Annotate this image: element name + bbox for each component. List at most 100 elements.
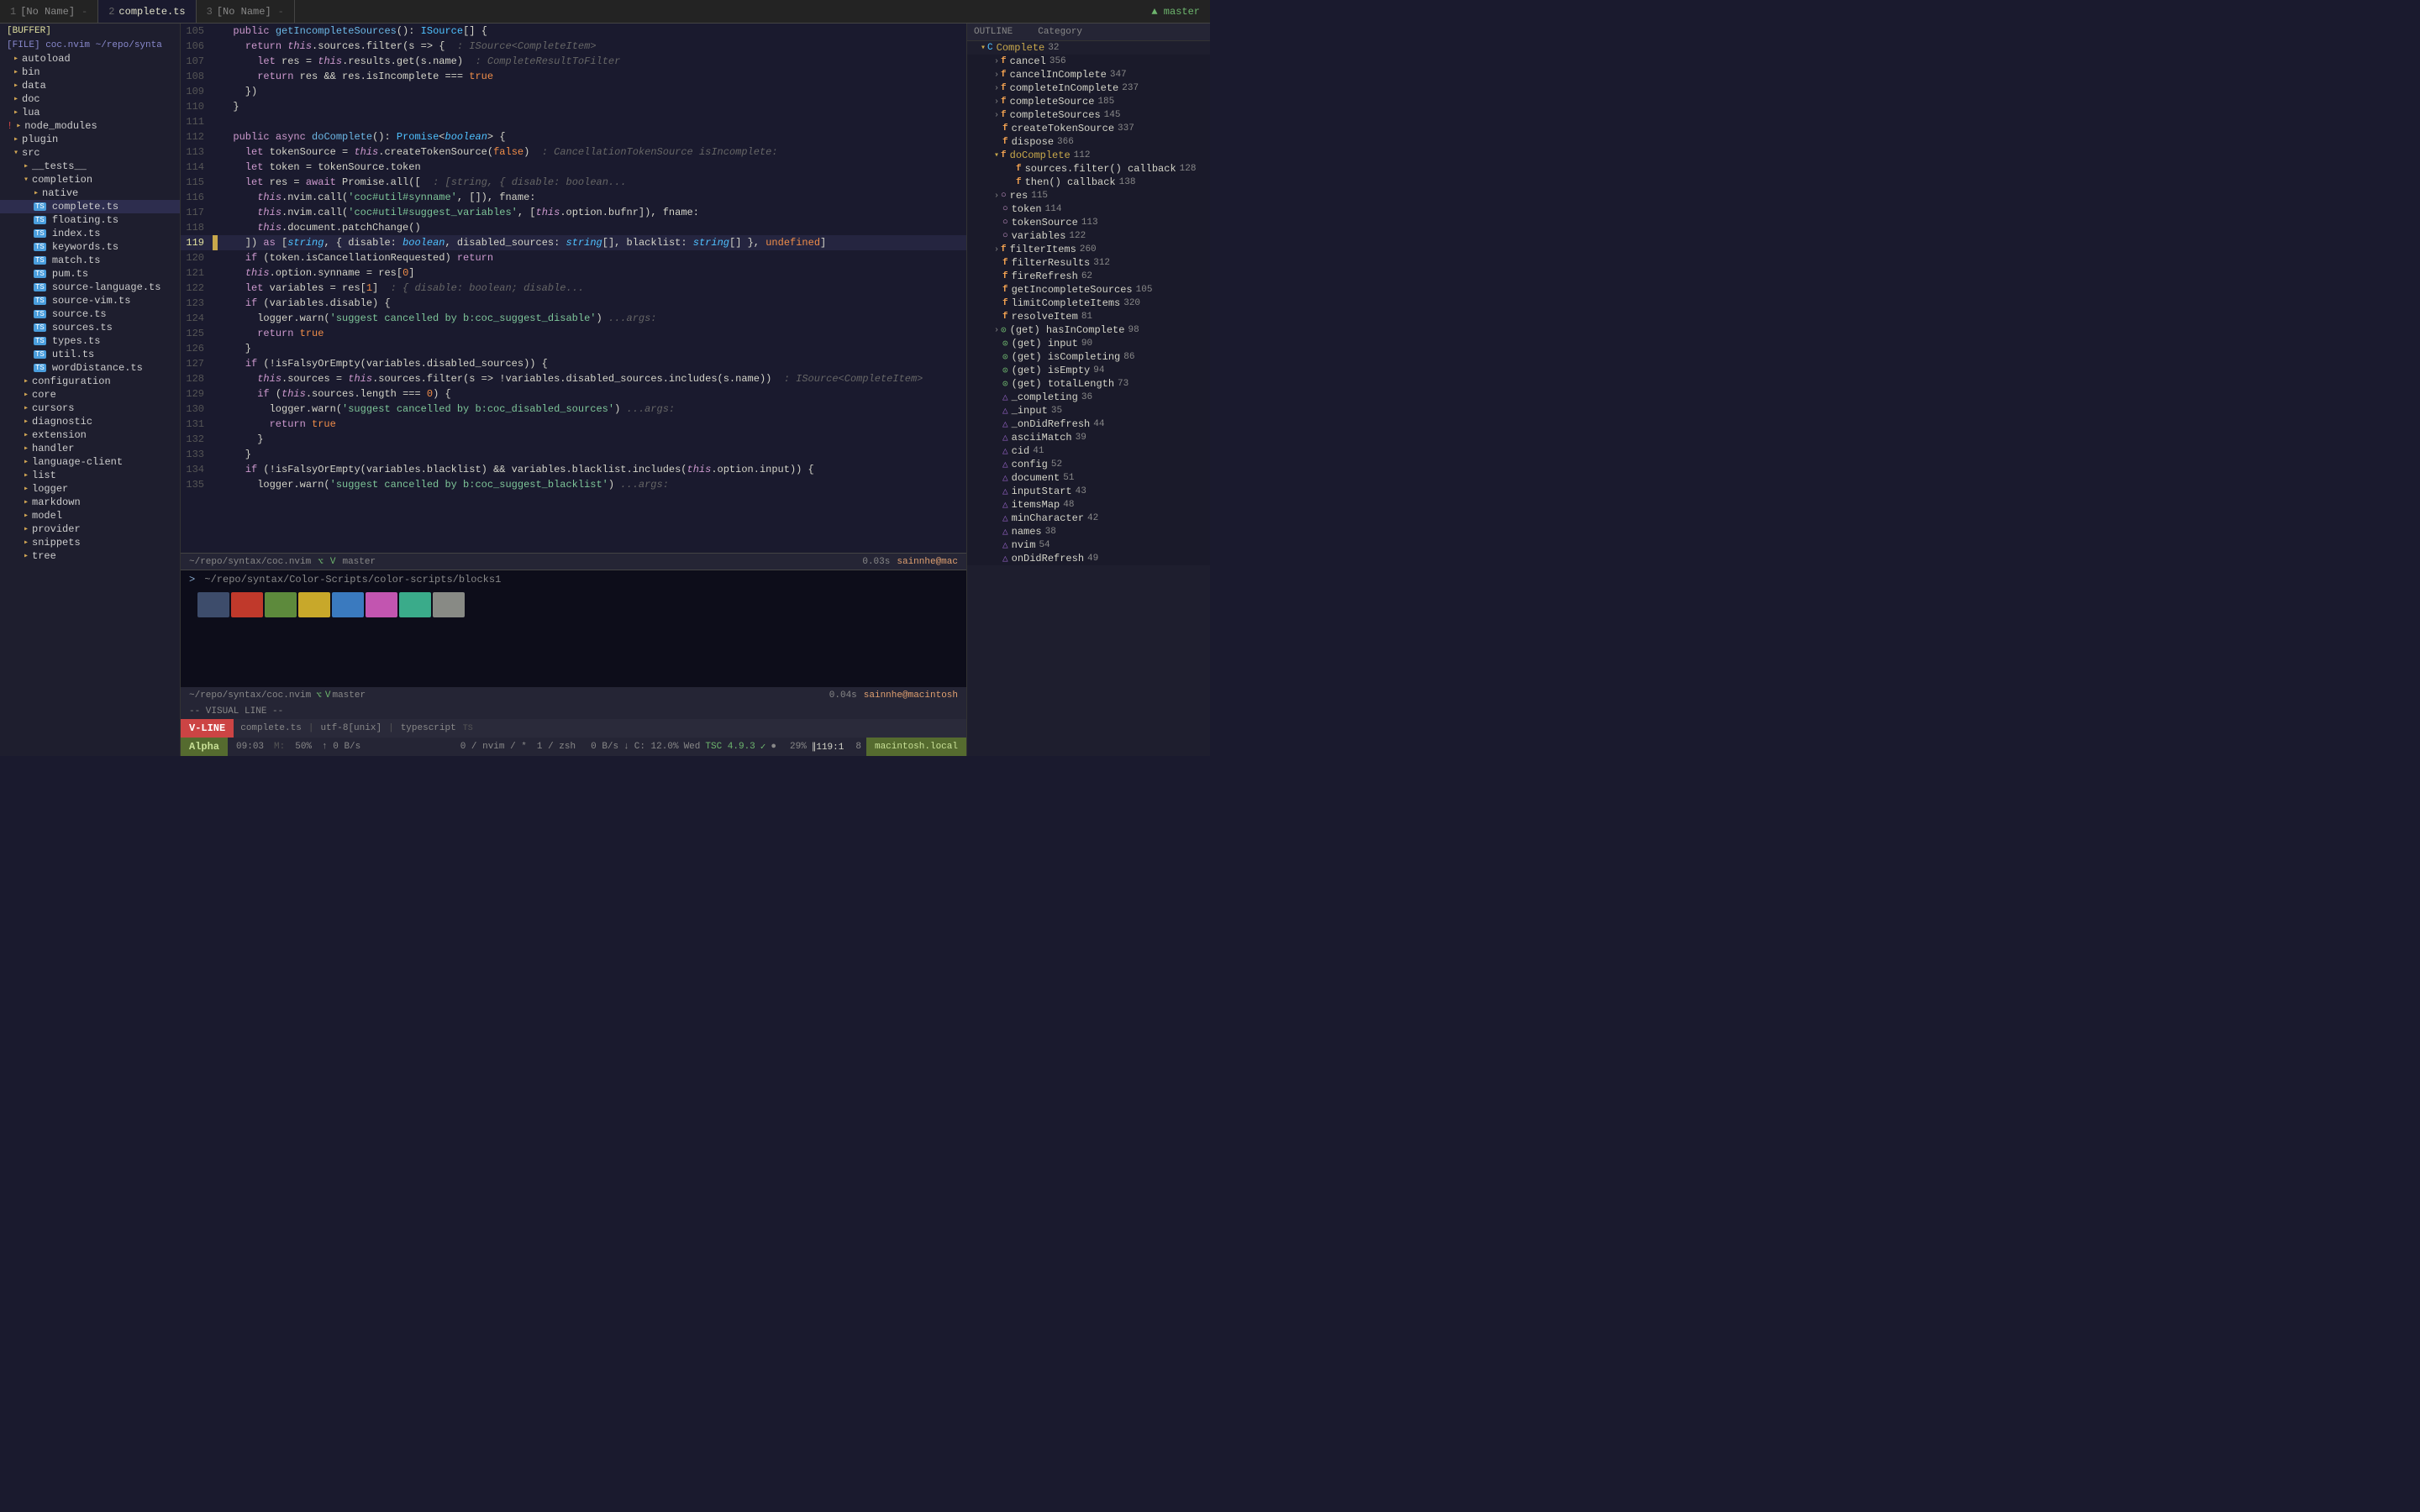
code-line-131: 131 return true <box>181 417 966 432</box>
tab-2[interactable]: 2 complete.ts <box>98 0 196 23</box>
sidebar-source-vim-ts[interactable]: TS source-vim.ts <box>0 294 180 307</box>
sidebar-snippets[interactable]: ▸ snippets <box>0 536 180 549</box>
outline-ondidrefresh[interactable]: △ _onDidRefresh 44 <box>967 417 1210 431</box>
tab-3[interactable]: 3 [No Name] - <box>197 0 295 23</box>
outline-cancel[interactable]: › f cancel 356 <box>967 55 1210 68</box>
outline-filterresults[interactable]: f filterResults 312 <box>967 256 1210 270</box>
outline-num: 51 <box>1063 473 1074 483</box>
outline-nvim[interactable]: △ nvim 54 <box>967 538 1210 552</box>
sidebar-node-modules[interactable]: ! ▸ node_modules <box>0 119 180 133</box>
sidebar-source-ts[interactable]: TS source.ts <box>0 307 180 321</box>
sidebar-handler[interactable]: ▸ handler <box>0 442 180 455</box>
sidebar-sources-ts[interactable]: TS sources.ts <box>0 321 180 334</box>
outline-hasincomplete[interactable]: › ⊙ (get) hasInComplete 98 <box>967 323 1210 337</box>
outline-completeincomplete[interactable]: › f completeInComplete 237 <box>967 81 1210 95</box>
sidebar-item-label: util.ts <box>52 349 94 360</box>
line-code: if (variables.disable) { <box>218 296 966 311</box>
ts-file-icon: TS <box>34 229 46 238</box>
sidebar-provider[interactable]: ▸ provider <box>0 522 180 536</box>
line-number: 135 <box>181 477 213 492</box>
sidebar-keywords-ts[interactable]: TS keywords.ts <box>0 240 180 254</box>
sidebar-core[interactable]: ▸ core <box>0 388 180 402</box>
outline-inputstart[interactable]: △ inputStart 43 <box>967 485 1210 498</box>
outline-res[interactable]: › ○ res 115 <box>967 189 1210 202</box>
outline-token[interactable]: ○ token 114 <box>967 202 1210 216</box>
outline-isempty[interactable]: ⊙ (get) isEmpty 94 <box>967 364 1210 377</box>
outline-limitcompleteitems[interactable]: f limitCompleteItems 320 <box>967 297 1210 310</box>
line-code: let res = await Promise.all([ : [string,… <box>218 175 966 190</box>
sidebar-extension[interactable]: ▸ extension <box>0 428 180 442</box>
line-number: 134 <box>181 462 213 477</box>
code-line-118: 118 this.document.patchChange() <box>181 220 966 235</box>
sidebar-floating-ts[interactable]: TS floating.ts <box>0 213 180 227</box>
sidebar-item-label: node_modules <box>24 120 97 132</box>
sidebar-lua[interactable]: ▸ lua <box>0 106 180 119</box>
sidebar-pum-ts[interactable]: TS pum.ts <box>0 267 180 281</box>
sidebar-word-distance-ts[interactable]: TS wordDistance.ts <box>0 361 180 375</box>
sidebar-tests[interactable]: ▸ __tests__ <box>0 160 180 173</box>
sidebar-src[interactable]: ▾ src <box>0 146 180 160</box>
sidebar-configuration[interactable]: ▸ configuration <box>0 375 180 388</box>
outline-variables[interactable]: ○ variables 122 <box>967 229 1210 243</box>
sidebar-source-language-ts[interactable]: TS source-language.ts <box>0 281 180 294</box>
sidebar-list[interactable]: ▸ list <box>0 469 180 482</box>
sidebar-language-client[interactable]: ▸ language-client <box>0 455 180 469</box>
outline-itemsmap[interactable]: △ itemsMap 48 <box>967 498 1210 512</box>
sidebar-native[interactable]: ▸ native <box>0 186 180 200</box>
outline-completesources[interactable]: › f completeSources 145 <box>967 108 1210 122</box>
line-code: ]) as [string, { disable: boolean, disab… <box>218 235 966 250</box>
outline-cancelincomplete[interactable]: › f cancelInComplete 347 <box>967 68 1210 81</box>
tab-1-close[interactable]: - <box>82 6 87 18</box>
sidebar-doc[interactable]: ▸ doc <box>0 92 180 106</box>
outline-then-callback[interactable]: f then() callback 138 <box>967 176 1210 189</box>
outline-resolveitem[interactable]: f resolveItem 81 <box>967 310 1210 323</box>
outline-getincompletesources[interactable]: f getIncompleteSources 105 <box>967 283 1210 297</box>
outline-asciimatch[interactable]: △ asciiMatch 39 <box>967 431 1210 444</box>
outline-createtokensource[interactable]: f createTokenSource 337 <box>967 122 1210 135</box>
outline-complete[interactable]: ▾ C Complete 32 <box>967 41 1210 55</box>
sidebar-index-ts[interactable]: TS index.ts <box>0 227 180 240</box>
folder-icon: ▸ <box>24 403 29 413</box>
outline-iscompleting[interactable]: ⊙ (get) isCompleting 86 <box>967 350 1210 364</box>
sidebar-tree[interactable]: ▸ tree <box>0 549 180 563</box>
sidebar-model[interactable]: ▸ model <box>0 509 180 522</box>
sidebar-bin[interactable]: ▸ bin <box>0 66 180 79</box>
sidebar-completion[interactable]: ▾ completion <box>0 173 180 186</box>
sidebar-cursors[interactable]: ▸ cursors <box>0 402 180 415</box>
outline-document[interactable]: △ document 51 <box>967 471 1210 485</box>
outline-cid[interactable]: △ cid 41 <box>967 444 1210 458</box>
outline-names[interactable]: △ names 38 <box>967 525 1210 538</box>
outline-filteritems[interactable]: › f filterItems 260 <box>967 243 1210 256</box>
sidebar-complete-ts[interactable]: TS complete.ts <box>0 200 180 213</box>
sidebar-diagnostic[interactable]: ▸ diagnostic <box>0 415 180 428</box>
sidebar-item-label: handler <box>32 443 74 454</box>
outline-dispose[interactable]: f dispose 366 <box>967 135 1210 149</box>
chevron-right-icon: › <box>994 84 999 93</box>
tab-1[interactable]: 1 [No Name] - <box>0 0 98 23</box>
line-number: 106 <box>181 39 213 54</box>
outline-input2[interactable]: △ _input 35 <box>967 404 1210 417</box>
outline-completing[interactable]: △ _completing 36 <box>967 391 1210 404</box>
tab-3-close[interactable]: - <box>278 6 284 18</box>
outline-input[interactable]: ⊙ (get) input 90 <box>967 337 1210 350</box>
sidebar-plugin[interactable]: ▸ plugin <box>0 133 180 146</box>
outline-name: completeSource <box>1010 96 1095 108</box>
code-content[interactable]: 105 public getIncompleteSources(): ISour… <box>181 24 966 553</box>
outline-ondidrefresh2[interactable]: △ onDidRefresh 49 <box>967 552 1210 565</box>
sidebar-match-ts[interactable]: TS match.ts <box>0 254 180 267</box>
outline-completesource[interactable]: › f completeSource 185 <box>967 95 1210 108</box>
sidebar-data[interactable]: ▸ data <box>0 79 180 92</box>
sidebar-types-ts[interactable]: TS types.ts <box>0 334 180 348</box>
outline-docomplete[interactable]: ▾ f doComplete 112 <box>967 149 1210 162</box>
outline-sources-filter[interactable]: f sources.filter() callback 128 <box>967 162 1210 176</box>
var2-icon: △ <box>1002 418 1008 430</box>
outline-tokensource[interactable]: ○ tokenSource 113 <box>967 216 1210 229</box>
sidebar-autoload[interactable]: ▸ autoload <box>0 52 180 66</box>
outline-totallength[interactable]: ⊙ (get) totalLength 73 <box>967 377 1210 391</box>
outline-config[interactable]: △ config 52 <box>967 458 1210 471</box>
sidebar-logger[interactable]: ▸ logger <box>0 482 180 496</box>
outline-mincharacter[interactable]: △ minCharacter 42 <box>967 512 1210 525</box>
sidebar-markdown[interactable]: ▸ markdown <box>0 496 180 509</box>
sidebar-util-ts[interactable]: TS util.ts <box>0 348 180 361</box>
outline-firerefresh[interactable]: f fireRefresh 62 <box>967 270 1210 283</box>
